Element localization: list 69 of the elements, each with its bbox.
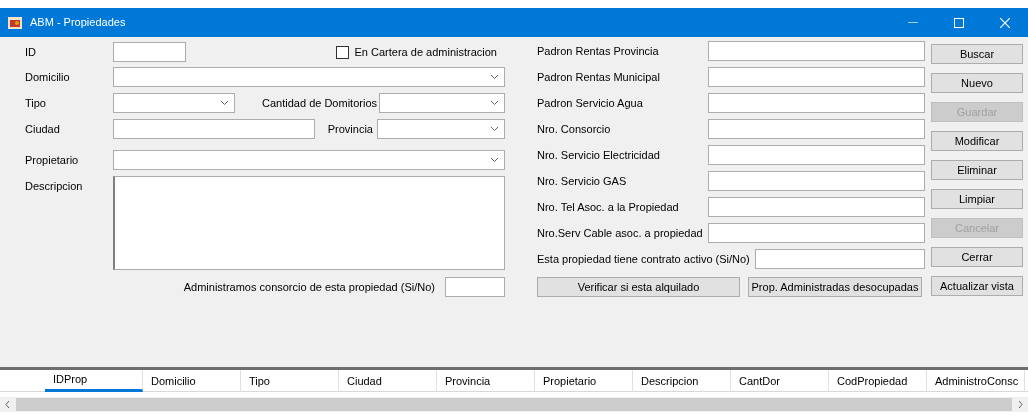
field-label: Nro. Consorcio bbox=[537, 121, 612, 137]
column-header[interactable]: CodPropiedad bbox=[829, 370, 927, 392]
text-field[interactable] bbox=[755, 249, 925, 269]
field-label: Nro. Servicio Electricidad bbox=[537, 147, 661, 163]
domicilio-dropdown[interactable] bbox=[113, 67, 505, 87]
column-header[interactable]: Domicilio bbox=[143, 370, 241, 392]
maximize-icon bbox=[954, 17, 964, 28]
field-label: Padron Rentas Municipal bbox=[537, 69, 661, 85]
dormitorios-dropdown[interactable] bbox=[379, 93, 505, 113]
action-button[interactable]: Eliminar bbox=[931, 160, 1023, 180]
text-field[interactable] bbox=[708, 41, 925, 61]
text-field[interactable] bbox=[708, 67, 925, 87]
action-button[interactable]: Buscar bbox=[931, 44, 1023, 64]
horizontal-scrollbar[interactable] bbox=[0, 397, 1028, 412]
field-label: Nro. Tel Asoc. a la Propiedad bbox=[537, 199, 680, 215]
minimize-icon bbox=[908, 21, 918, 24]
field-label: En Cartera de administracion bbox=[354, 44, 497, 60]
column-header[interactable]: Ciudad bbox=[339, 370, 437, 392]
consorcio-field[interactable] bbox=[445, 277, 505, 297]
field-label: Domicilio bbox=[25, 69, 71, 85]
window-title: ABM - Propiedades bbox=[30, 15, 126, 31]
action-button[interactable]: Modificar bbox=[931, 131, 1023, 151]
field-label: Nro. Servicio GAS bbox=[537, 173, 628, 189]
field-label: Padron Servicio Agua bbox=[537, 95, 644, 111]
field-label: Nro.Serv Cable asoc. a propiedad bbox=[537, 225, 704, 241]
tipo-dropdown[interactable] bbox=[113, 93, 235, 113]
checkbox[interactable] bbox=[335, 45, 349, 59]
field-label: Padron Rentas Provincia bbox=[537, 43, 660, 59]
chevron-down-icon bbox=[490, 157, 499, 163]
chevron-down-icon bbox=[490, 126, 499, 132]
field-label: Provincia bbox=[327, 121, 373, 137]
action-button[interactable]: Verificar si esta alquilado bbox=[537, 277, 740, 297]
column-header[interactable]: Tipo bbox=[241, 370, 339, 392]
text-field[interactable] bbox=[708, 197, 925, 217]
field-label: Esta propiedad tiene contrato activo (Si/No) bbox=[537, 251, 751, 267]
action-button[interactable]: Prop. Administradas desocupadas bbox=[748, 277, 922, 297]
text-field[interactable] bbox=[708, 145, 925, 165]
column-header[interactable]: Propietario bbox=[535, 370, 633, 392]
descripcion-textarea[interactable] bbox=[113, 176, 505, 270]
text-field[interactable] bbox=[708, 119, 925, 139]
id-field[interactable] bbox=[113, 42, 186, 62]
text-field[interactable] bbox=[708, 223, 925, 243]
action-button[interactable]: Actualizar vista bbox=[931, 276, 1023, 296]
chevron-down-icon bbox=[220, 100, 229, 106]
propietario-dropdown[interactable] bbox=[113, 150, 505, 170]
field-label: Tipo bbox=[25, 95, 47, 111]
chevron-down-icon bbox=[490, 100, 499, 106]
column-header[interactable]: AdministroConsc bbox=[927, 370, 1025, 392]
field-label: Descripcion bbox=[25, 179, 84, 194]
field-label: Propietario bbox=[25, 152, 80, 168]
scrollbar-thumb[interactable] bbox=[16, 398, 1012, 411]
ciudad-field[interactable] bbox=[113, 119, 315, 139]
action-button[interactable]: Cerrar bbox=[931, 247, 1023, 267]
column-header[interactable]: Provincia bbox=[437, 370, 535, 392]
action-button[interactable]: Nuevo bbox=[931, 73, 1023, 93]
column-header[interactable]: CantDor bbox=[731, 370, 829, 392]
close-icon bbox=[1000, 17, 1010, 28]
chevron-down-icon bbox=[490, 74, 499, 80]
provincia-dropdown[interactable] bbox=[377, 119, 505, 139]
action-button[interactable]: Limpiar bbox=[931, 189, 1023, 209]
text-field[interactable] bbox=[708, 171, 925, 191]
column-header[interactable]: IDProp bbox=[45, 370, 143, 392]
field-label: Cantidad de Domitorios bbox=[262, 95, 377, 111]
column-header[interactable]: Descripcion bbox=[633, 370, 731, 392]
app-icon bbox=[8, 16, 22, 29]
text-field[interactable] bbox=[708, 93, 925, 113]
field-label: ID bbox=[25, 44, 37, 60]
field-label: Administramos consorcio de esta propiedad (Si/No) bbox=[183, 279, 435, 295]
field-label: Ciudad bbox=[25, 121, 61, 137]
